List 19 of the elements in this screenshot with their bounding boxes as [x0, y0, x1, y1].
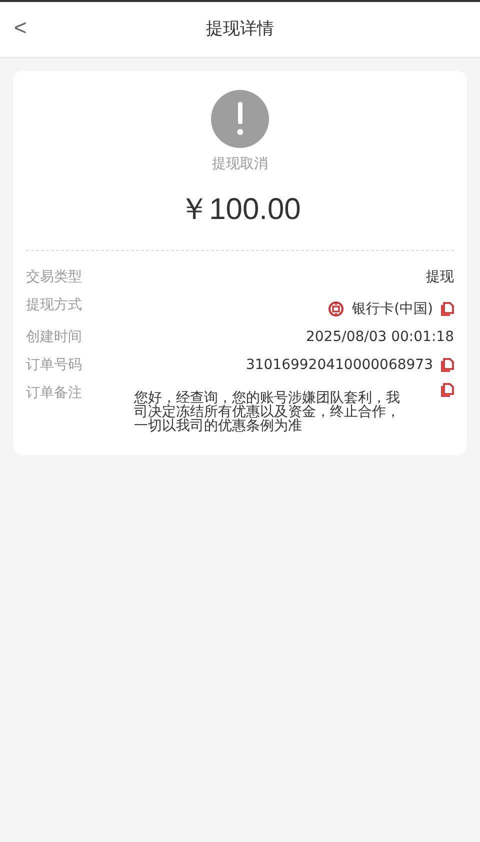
bank-logo-icon: [328, 301, 344, 317]
copy-icon[interactable]: [441, 358, 454, 372]
row-label: 提现方式: [26, 296, 83, 315]
row-value: 银行卡(中国): [352, 300, 433, 319]
row-label: 订单备注: [26, 384, 83, 403]
alert-icon: [211, 90, 269, 148]
row-value: 310169920410000068973: [246, 356, 433, 375]
back-button[interactable]: <: [0, 17, 41, 39]
copy-icon[interactable]: [441, 302, 454, 316]
copy-icon[interactable]: [441, 383, 454, 397]
row-label: 订单号码: [26, 356, 83, 375]
row-label: 交易类型: [26, 268, 83, 287]
row-label: 创建时间: [26, 328, 83, 347]
row-value: 提现: [426, 268, 454, 287]
status-label: 提现取消: [212, 155, 268, 174]
amount: ￥100.00: [179, 192, 301, 228]
page-title: 提现详情: [206, 18, 274, 41]
row-value: 2025/08/03 00:01:18: [306, 328, 454, 347]
note-text: 您好，经查询，您的账号涉嫌团队套利，我司决定冻结所有优惠以及资金，终止合作，一切以我司的优惠条例为准: [134, 391, 401, 433]
